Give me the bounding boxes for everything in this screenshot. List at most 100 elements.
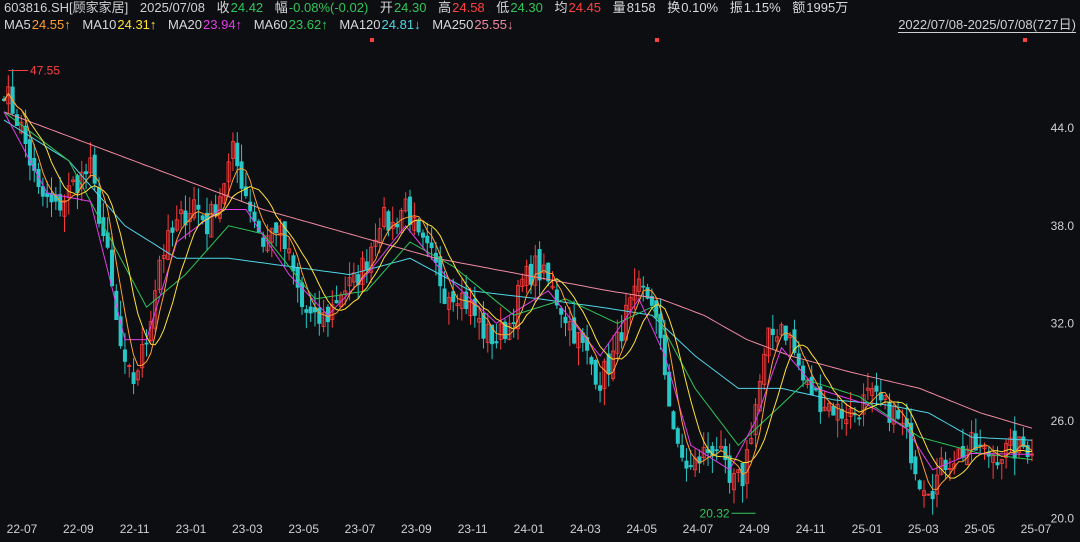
y-tick-label: 26.0 [1051, 414, 1075, 428]
candle-body [205, 212, 210, 235]
avg-label: 均 [554, 0, 568, 15]
open-label: 开 [379, 0, 393, 15]
y-tick-label: 20.0 [1051, 511, 1075, 525]
volume-label: 量 [612, 0, 626, 15]
ma-legend: MA524.55↑ MA1024.31↑ MA2023.94↑ MA6023.6… [4, 17, 521, 33]
candle-body [619, 332, 624, 342]
candle-body [291, 255, 296, 272]
candle-body [170, 227, 175, 233]
x-tick-label: 22-11 [120, 522, 150, 536]
ma5-value: 24.55↑ [31, 17, 71, 32]
high-label: 高 [438, 0, 452, 15]
date-range-selector[interactable]: 2022/07/08-2025/07/08(727日) [898, 17, 1076, 33]
candle-body [671, 411, 676, 430]
ma120-value: 24.81↓ [381, 17, 421, 32]
candle-body [109, 249, 114, 287]
candle-body [930, 490, 935, 500]
candle-body [235, 142, 240, 167]
candle-body [274, 222, 279, 234]
candle-body [408, 196, 413, 225]
low-label: 低 [496, 0, 510, 15]
candle-body [995, 462, 1000, 466]
change-label: 幅 [274, 0, 288, 15]
ma120-label[interactable]: MA120 [339, 17, 380, 32]
turnover-value: 0.10% [681, 0, 719, 15]
x-tick-label: 24-07 [683, 522, 714, 536]
max-price-label: 47.55 [30, 63, 60, 77]
x-tick-label: 24-03 [570, 522, 601, 536]
candle-body [317, 307, 322, 324]
candle-body [593, 359, 598, 385]
change-value: -0.08%(-0.02) [288, 0, 369, 15]
candle-body [913, 456, 918, 475]
candle-body [675, 428, 680, 444]
x-tick-label: 24-11 [796, 522, 826, 536]
x-tick-label: 22-07 [7, 522, 38, 536]
close-label: 收 [216, 0, 230, 15]
candle-body [680, 445, 685, 458]
volume-value: 8158 [626, 0, 656, 15]
x-tick-label: 23-09 [401, 522, 432, 536]
ma250-label[interactable]: MA250 [432, 17, 473, 32]
candle-body [442, 288, 447, 304]
high-value: 24.58 [452, 0, 485, 15]
candle-body [831, 405, 836, 416]
ma10-value: 24.31↑ [117, 17, 157, 32]
candle-body [667, 371, 672, 407]
candle-body [131, 372, 136, 384]
ma5-label[interactable]: MA5 [4, 17, 31, 32]
candle-body [239, 161, 244, 189]
x-tick-label: 24-05 [626, 522, 657, 536]
candle-body [874, 385, 879, 392]
x-tick-label: 23-07 [345, 522, 376, 536]
x-tick-label: 23-11 [458, 522, 488, 536]
candle-body [537, 249, 542, 281]
stock-code[interactable]: 603816.SH[顾家家居] [4, 0, 128, 15]
x-tick-label: 22-09 [63, 522, 94, 536]
min-price-label: 20.32 [700, 506, 730, 520]
x-tick-label: 24-01 [514, 522, 545, 536]
candle-body [252, 211, 257, 222]
candle-body [917, 480, 922, 490]
candle-body [429, 242, 434, 249]
low-value: 24.30 [510, 0, 543, 15]
candle-body [334, 300, 339, 304]
candle-body [688, 465, 693, 467]
y-tick-label: 32.0 [1051, 316, 1075, 330]
ma20-label[interactable]: MA20 [168, 17, 202, 32]
amount-label: 额 [792, 0, 806, 15]
x-tick-label: 23-05 [288, 522, 319, 536]
candle-body [58, 194, 63, 211]
candle-body [598, 385, 603, 391]
event-flag [1023, 38, 1027, 42]
candle-body [416, 219, 421, 233]
ma60-label[interactable]: MA60 [254, 17, 288, 32]
candle-body [200, 215, 205, 221]
candle-body [641, 285, 646, 288]
candle-body [420, 232, 425, 238]
candle-body [84, 171, 89, 175]
candle-body [92, 154, 97, 184]
x-tick-label: 23-01 [176, 522, 207, 536]
ma10-label[interactable]: MA10 [82, 17, 116, 32]
candle-body [684, 460, 689, 469]
turnover-label: 换 [667, 0, 681, 15]
candle-body [425, 235, 430, 244]
candle-body [261, 237, 266, 247]
candle-body [809, 376, 814, 396]
candle-body [196, 204, 201, 210]
quote-date: 2025/07/08 [139, 0, 205, 15]
x-tick-label: 23-03 [232, 522, 263, 536]
amount-value: 1995万 [806, 0, 849, 15]
amplitude-value: 1.15% [743, 0, 781, 15]
candle-body [857, 417, 862, 420]
candlestick-chart[interactable]: 20.0 26.0 32.0 38.0 44.0 22-07 22-09 22-11 23-01… [0, 34, 1080, 542]
candle-body [714, 449, 719, 452]
candle-body [589, 357, 594, 365]
candle-body [248, 201, 253, 212]
x-tick-label: 25-01 [852, 522, 883, 536]
x-tick-label: 25-07 [1021, 522, 1052, 536]
close-value: 24.42 [230, 0, 264, 15]
quote-header: 603816.SH[顾家家居] 2025/07/08 收24.42 幅-0.08… [4, 0, 856, 16]
candle-body [796, 353, 801, 366]
